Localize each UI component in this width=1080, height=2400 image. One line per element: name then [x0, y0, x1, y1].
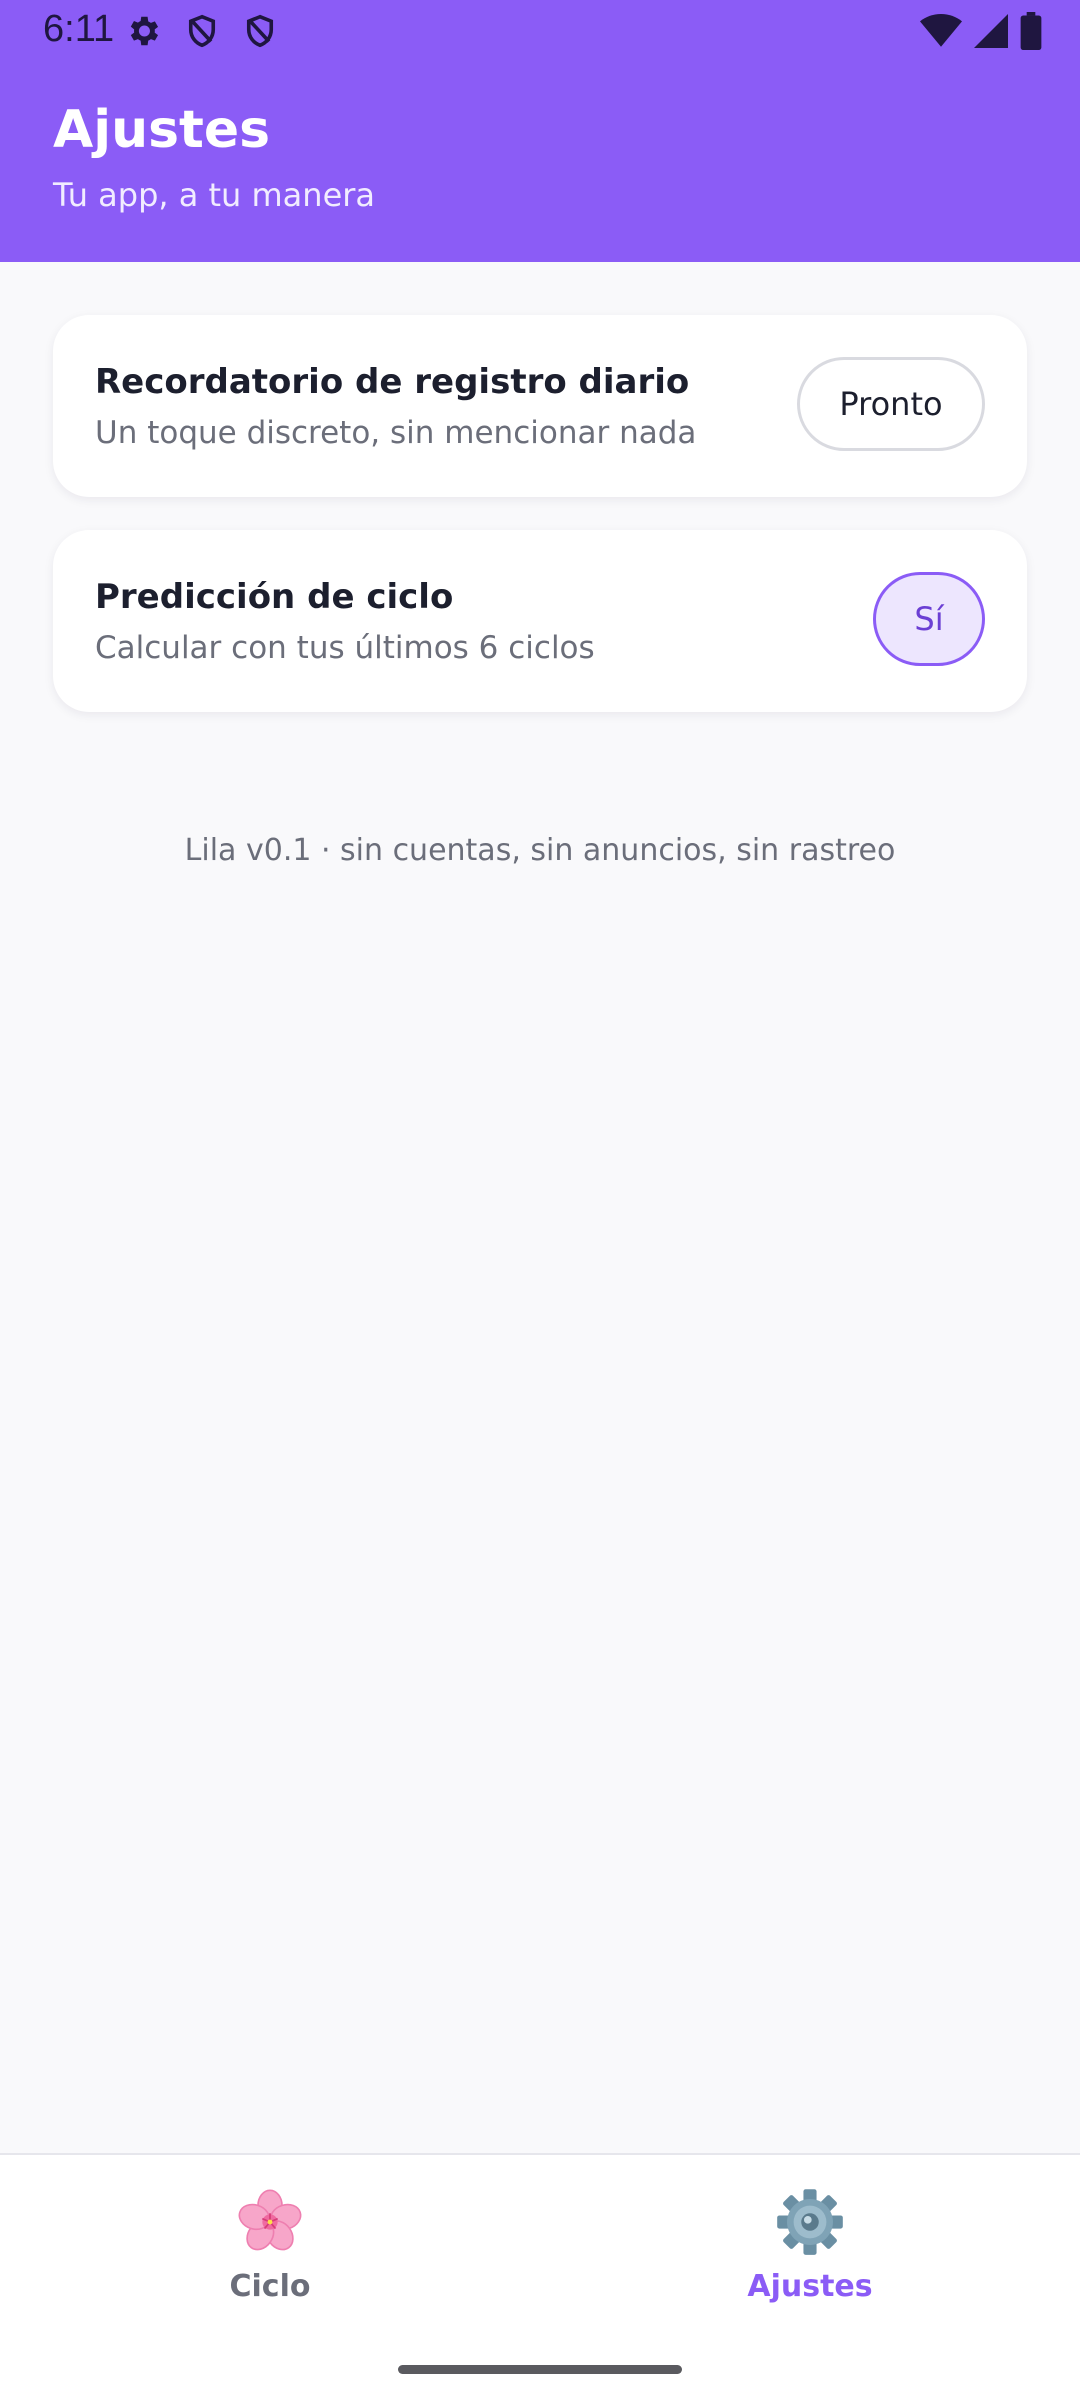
home-indicator[interactable]: [398, 2365, 682, 2374]
setting-card-cycle-prediction: Predicción de ciclo Calcular con tus últ…: [53, 530, 1027, 712]
prediction-toggle-button[interactable]: Sí: [873, 572, 985, 666]
gear-icon: [775, 2187, 845, 2257]
header: 6:11 Ajustes Tu app, a tu manera: [0, 0, 1080, 262]
cherry-blossom-icon: [235, 2187, 305, 2257]
page-subtitle: Tu app, a tu manera: [53, 176, 376, 214]
wifi-icon: [920, 13, 962, 49]
status-bar: 6:11: [0, 0, 1080, 62]
signal-icon: [974, 13, 1008, 49]
setting-card-daily-reminder: Recordatorio de registro diario Un toque…: [53, 315, 1027, 497]
page-title: Ajustes: [53, 100, 271, 160]
shield-icon: [242, 12, 278, 50]
setting-description: Un toque discreto, sin mencionar nada: [95, 415, 697, 451]
setting-title: Recordatorio de registro diario: [95, 362, 690, 402]
reminder-toggle-button[interactable]: Pronto: [797, 357, 985, 451]
status-right-icons: [920, 12, 1042, 50]
bottom-nav: Ciclo Ajustes: [0, 2153, 1080, 2400]
battery-icon: [1020, 12, 1042, 50]
setting-title: Predicción de ciclo: [95, 577, 454, 617]
nav-label-ajustes: Ajustes: [747, 2269, 873, 2304]
settings-screen: 6:11 Ajustes Tu app, a tu manera Recorda…: [0, 0, 1080, 2400]
status-left-icons: [124, 12, 278, 50]
status-time: 6:11: [43, 8, 115, 50]
app-version-note: Lila v0.1 · sin cuentas, sin anuncios, s…: [184, 833, 896, 868]
nav-item-ciclo[interactable]: Ciclo: [170, 2187, 370, 2327]
nav-label-ciclo: Ciclo: [229, 2269, 311, 2304]
gear-icon: [124, 12, 162, 50]
nav-item-ajustes[interactable]: Ajustes: [710, 2187, 910, 2327]
shield-icon: [184, 12, 220, 50]
setting-description: Calcular con tus últimos 6 ciclos: [95, 630, 595, 666]
